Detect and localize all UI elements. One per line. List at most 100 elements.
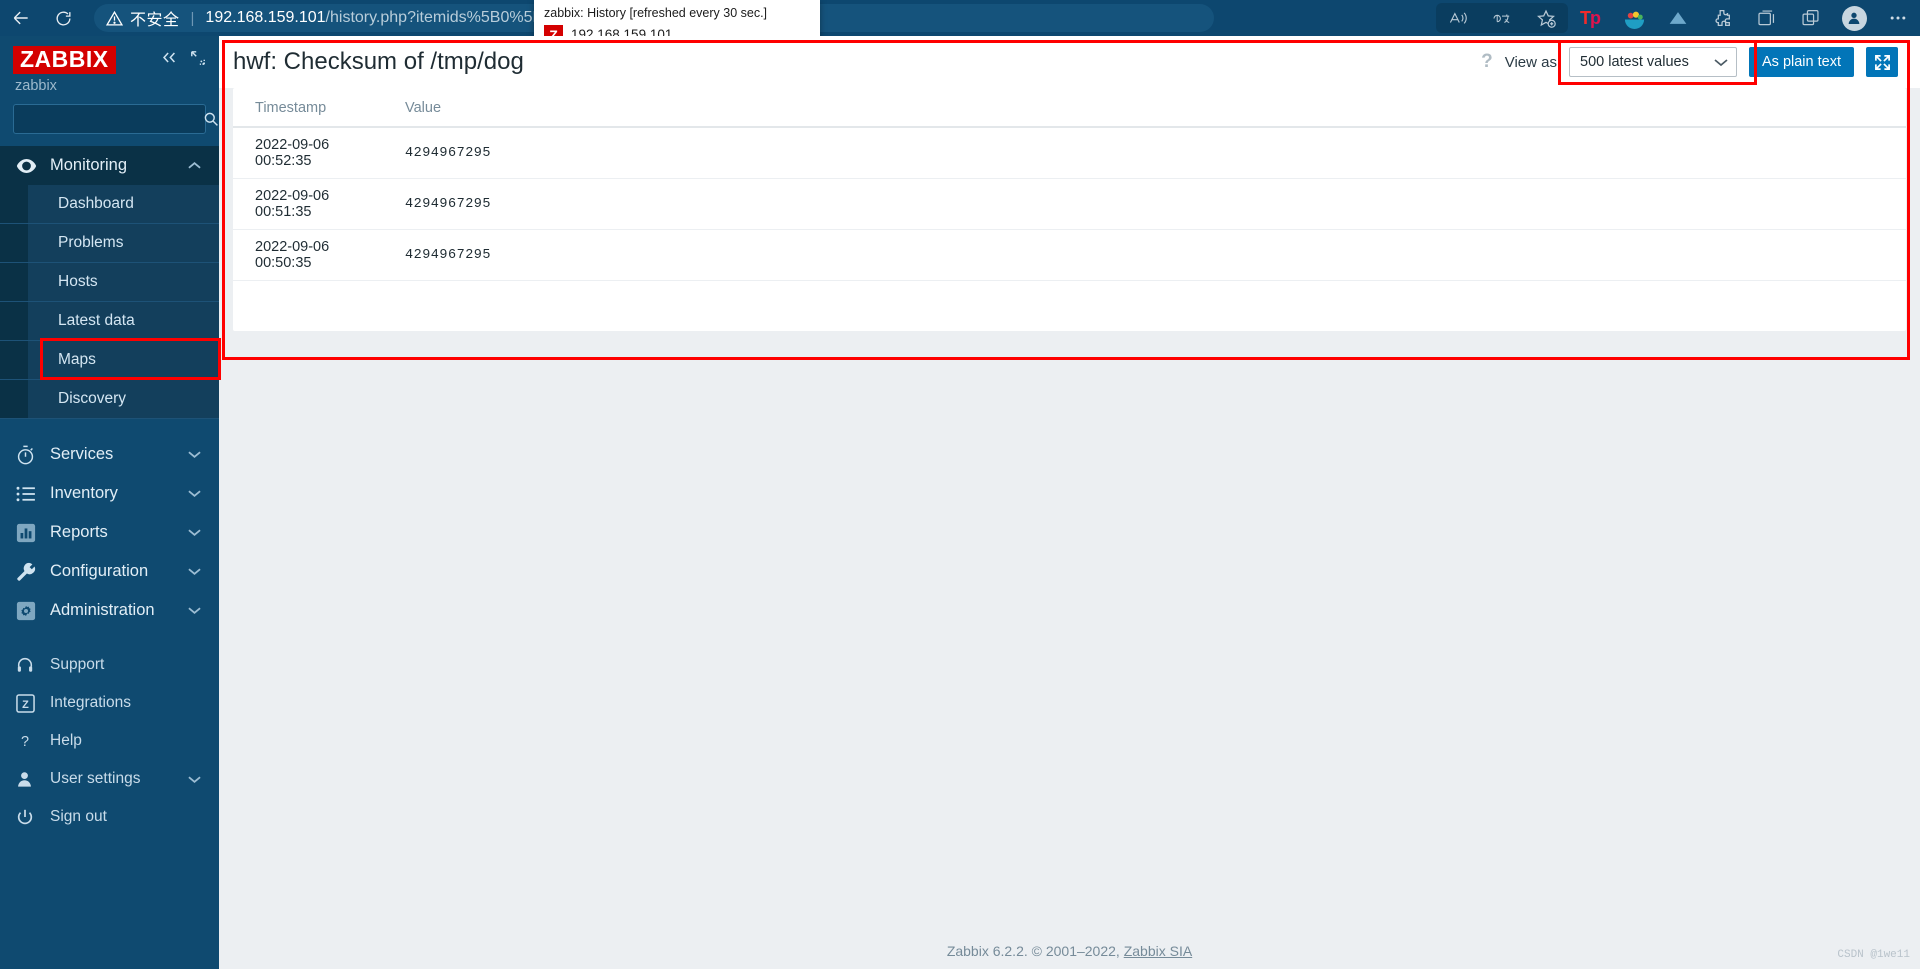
chevron-up-icon[interactable] (188, 161, 201, 170)
more-options-icon[interactable] (1876, 3, 1920, 33)
add-favorite-icon[interactable] (1524, 3, 1568, 33)
sidebar-item-configuration[interactable]: Configuration (0, 552, 219, 591)
content-header: hwf: Checksum of /tmp/dog ? View as 500 … (219, 36, 1920, 88)
browser-action-group (1436, 3, 1568, 33)
chevron-down-icon[interactable] (1714, 58, 1728, 67)
sidebar-item-label: Sign out (50, 808, 107, 826)
submenu-strip (0, 341, 28, 380)
svg-text:Z: Z (22, 699, 29, 711)
sidebar-item-discovery[interactable]: Discovery (0, 380, 219, 420)
search-input[interactable] (22, 111, 203, 128)
browser-actions: Tp (1436, 0, 1920, 36)
browser-toolbar: 不安全 | 192.168.159.101/history.php?itemid… (0, 0, 1920, 36)
server-name: zabbix (15, 78, 57, 95)
footer-link-zabbix-sia[interactable]: Zabbix SIA (1124, 943, 1192, 959)
search-icon[interactable] (203, 111, 219, 127)
puzzle-extension-icon[interactable] (1700, 3, 1744, 33)
sidebar-item-label: Configuration (50, 562, 149, 581)
submenu-strip (0, 224, 28, 263)
back-arrow-icon[interactable] (0, 0, 42, 36)
reload-icon[interactable] (42, 0, 84, 36)
view-as-label: View as (1504, 53, 1557, 71)
sidebar-item-administration[interactable]: Administration (0, 591, 219, 630)
translate-icon[interactable] (1480, 3, 1524, 33)
monitoring-submenu: Dashboard Problems Hosts Latest data Map… (0, 185, 219, 420)
submenu-strip (0, 185, 28, 224)
browser-essentials-icon[interactable] (1788, 3, 1832, 33)
column-header-timestamp[interactable]: Timestamp (233, 88, 383, 128)
not-secure-warning-icon (106, 10, 123, 27)
submenu-strip (0, 263, 28, 302)
sidebar-item-label: Help (50, 732, 82, 750)
sidebar-sub-label: Hosts (58, 273, 98, 291)
sidebar-sub-label: Latest data (58, 312, 135, 330)
sidebar-item-services[interactable]: Services (0, 435, 219, 474)
question-mark-icon: ? (16, 732, 50, 750)
help-question-icon[interactable]: ? (1481, 51, 1493, 73)
sidebar-item-problems[interactable]: Problems (0, 224, 219, 264)
watermark: CSDN @1we11 (1837, 949, 1910, 961)
collections-icon[interactable] (1744, 3, 1788, 33)
security-label: 不安全 (130, 12, 180, 29)
history-table: Timestamp Value 2022-09-06 00:52:35 4294… (233, 88, 1906, 281)
sidebar-item-sign-out[interactable]: Sign out (0, 798, 219, 836)
bar-chart-icon (16, 523, 50, 543)
submenu-strip (0, 302, 28, 341)
tp-extension-icon[interactable]: Tp (1568, 3, 1612, 33)
profile-avatar[interactable] (1832, 3, 1876, 33)
collapse-sidebar-icon[interactable] (160, 50, 178, 70)
chevron-down-icon[interactable] (188, 528, 201, 537)
power-icon (16, 808, 50, 826)
url-text: 192.168.159.101/history.php?itemids%5B0%… (205, 9, 571, 27)
sidebar-item-monitoring[interactable]: Monitoring (0, 146, 219, 186)
hide-sidebar-icon[interactable] (190, 50, 206, 71)
sidebar-item-help[interactable]: ? Help (0, 722, 219, 760)
color-extension-icon[interactable] (1612, 3, 1656, 33)
chevron-down-icon[interactable] (188, 567, 201, 576)
sidebar-search-wrap (0, 94, 219, 146)
cell-value: 4294967295 (383, 229, 1906, 281)
sidebar-item-inventory[interactable]: Inventory (0, 474, 219, 513)
cell-value: 4294967295 (383, 178, 1906, 230)
zabbix-z-icon: Z (16, 693, 50, 713)
sidebar-item-reports[interactable]: Reports (0, 513, 219, 552)
chevron-down-icon[interactable] (188, 450, 201, 459)
sidebar-item-hosts[interactable]: Hosts (0, 263, 219, 303)
column-header-value[interactable]: Value (383, 88, 1906, 128)
table-head: Timestamp Value (233, 88, 1906, 128)
table-body: 2022-09-06 00:52:35 4294967295 2022-09-0… (233, 127, 1906, 281)
sidebar-item-latest-data[interactable]: Latest data (0, 302, 219, 342)
sidebar-sub-label: Maps (58, 351, 96, 369)
url-host: 192.168.159.101 (205, 9, 326, 26)
sidebar-item-user-settings[interactable]: User settings (0, 760, 219, 798)
table-row: 2022-09-06 00:51:35 4294967295 (233, 178, 1906, 230)
sidebar-item-label: Administration (50, 601, 155, 620)
sidebar-item-label: Integrations (50, 694, 131, 712)
headset-icon (16, 656, 50, 674)
triangle-extension-icon[interactable] (1656, 3, 1700, 33)
sidebar-item-support[interactable]: Support (0, 646, 219, 684)
gear-icon (16, 601, 50, 621)
list-icon (16, 486, 50, 502)
footer-text: Zabbix 6.2.2. © 2001–2022, (946, 943, 1120, 959)
search-box[interactable] (13, 104, 218, 135)
sidebar-item-maps[interactable]: Maps (0, 341, 219, 381)
footer: Zabbix 6.2.2. © 2001–2022, Zabbix SIA (219, 943, 1920, 959)
sidebar-item-label: Reports (50, 523, 108, 542)
sidebar-item-label: Inventory (50, 484, 118, 503)
zabbix-logo[interactable]: ZABBIX (13, 46, 116, 75)
sidebar-item-label: User settings (50, 770, 141, 788)
chevron-down-icon[interactable] (188, 775, 201, 784)
chevron-down-icon[interactable] (188, 606, 201, 615)
chevron-down-icon[interactable] (188, 489, 201, 498)
sidebar-item-dashboard[interactable]: Dashboard (0, 185, 219, 225)
page-title: hwf: Checksum of /tmp/dog (233, 48, 524, 75)
view-as-select[interactable]: 500 latest values (1569, 47, 1737, 77)
as-plain-text-button[interactable]: As plain text (1749, 47, 1854, 77)
read-aloud-icon[interactable] (1436, 3, 1480, 33)
sidebar-sub-label: Dashboard (58, 195, 134, 213)
sidebar-item-integrations[interactable]: Z Integrations (0, 684, 219, 722)
fullscreen-expand-icon[interactable] (1866, 47, 1898, 77)
